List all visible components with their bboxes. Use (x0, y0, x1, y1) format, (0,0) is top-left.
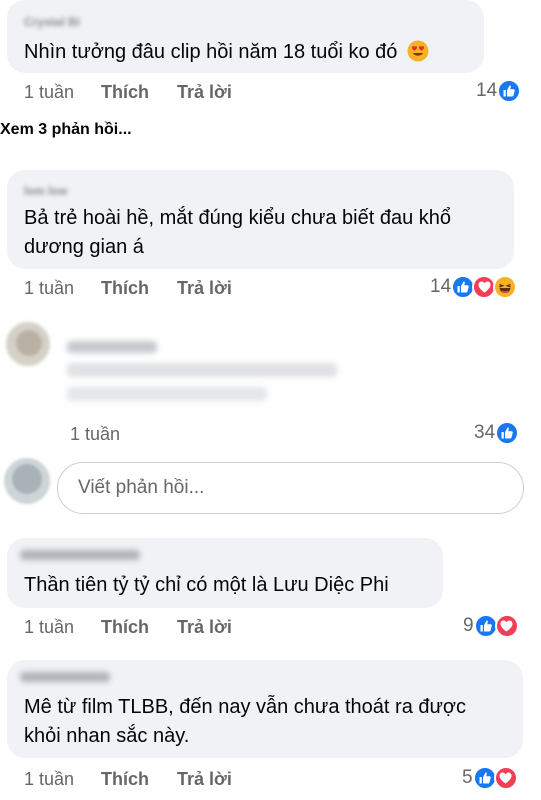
haha-reaction-icon (493, 275, 518, 299)
comment-text-line: dương gian á (24, 236, 144, 258)
like-button[interactable]: Thích (101, 278, 177, 299)
reaction-summary[interactable]: 9 (463, 613, 519, 639)
comment-text-line: khỏi nhan sắc này. (24, 725, 190, 747)
comment-actions: 1 tuần Thích Trả lời (24, 275, 232, 301)
comment-timestamp[interactable]: 1 tuần (24, 82, 101, 103)
comment-bubble (59, 323, 343, 411)
reaction-count: 34 (474, 422, 496, 443)
comment-actions: 1 tuần Thích Trả lời (24, 79, 232, 105)
love-reaction-icon (493, 766, 518, 790)
reply-button[interactable]: Trả lời (177, 617, 232, 638)
blurred-text (67, 363, 337, 377)
comment-author[interactable] (20, 672, 110, 682)
blurred-text (67, 387, 267, 401)
comment-actions: 1 tuần Thích Trả lời (24, 614, 232, 640)
like-reaction-icon (497, 79, 522, 103)
reply-button[interactable]: Trả lời (177, 278, 232, 299)
comment-text-line: Thần tiên tỷ tỷ chỉ có một là Lưu Diệc P… (24, 574, 389, 596)
reaction-summary[interactable]: 14 (430, 274, 518, 300)
comment-text-line: Mê từ film TLBB, đến nay vẫn chưa thoát … (24, 696, 467, 718)
comment-bubble: lem lew Bả trẻ hoài hề, mắt đúng kiểu ch… (7, 170, 514, 269)
like-button[interactable]: Thích (101, 769, 177, 790)
comment-timestamp[interactable]: 1 tuần (24, 769, 101, 790)
comment-text-line: Bả trẻ hoài hề, mắt đúng kiểu chưa biết … (24, 207, 452, 229)
reaction-count: 5 (462, 767, 473, 788)
comment-timestamp[interactable]: 1 tuần (24, 278, 101, 299)
comment-text: Nhìn tưởng đâu clip hồi năm 18 tuổi ko đ… (24, 38, 429, 71)
reaction-summary[interactable]: 34 (474, 420, 520, 446)
love-reaction-icon (494, 614, 519, 638)
comment-bubble: Mê từ film TLBB, đến nay vẫn chưa thoát … (7, 660, 523, 758)
like-reaction-icon (495, 421, 520, 445)
comment-author[interactable]: lem lew (24, 184, 67, 198)
reply-button[interactable]: Trả lời (177, 82, 232, 103)
comment-bubble: Crystal Bi Nhìn tưởng đâu clip hồi năm 1… (7, 0, 484, 73)
reply-button[interactable]: Trả lời (177, 769, 232, 790)
comment-author[interactable] (20, 550, 140, 560)
comment-timestamp[interactable]: 1 tuần (70, 424, 147, 445)
comment-author[interactable]: Crystal Bi (24, 15, 80, 29)
reaction-count: 14 (430, 276, 452, 297)
comment-text-line: Nhìn tưởng đâu clip hồi năm 18 tuổi ko đ… (24, 41, 398, 63)
comment-bubble: Thần tiên tỷ tỷ chỉ có một là Lưu Diệc P… (7, 538, 443, 608)
avatar[interactable] (6, 322, 50, 366)
view-replies-link[interactable]: Xem 3 phản hồi... (0, 121, 132, 139)
reaction-summary[interactable]: 14 (476, 78, 522, 104)
blurred-author (67, 341, 157, 353)
like-reaction-icon (473, 614, 498, 638)
reaction-count: 14 (476, 80, 498, 101)
reaction-summary[interactable]: 5 (462, 765, 518, 791)
like-reaction-icon (472, 766, 497, 790)
comment-actions: 1 tuần (70, 421, 147, 447)
heart-eyes-emoji-icon (407, 40, 429, 71)
like-button[interactable]: Thích (101, 617, 177, 638)
like-button[interactable]: Thích (101, 82, 177, 103)
reaction-count: 9 (463, 615, 474, 636)
comment-timestamp[interactable]: 1 tuần (24, 617, 101, 638)
reply-input[interactable]: Viết phản hồi... (57, 462, 524, 514)
current-user-avatar[interactable] (4, 458, 50, 504)
comment-actions: 1 tuần Thích Trả lời (24, 766, 232, 792)
